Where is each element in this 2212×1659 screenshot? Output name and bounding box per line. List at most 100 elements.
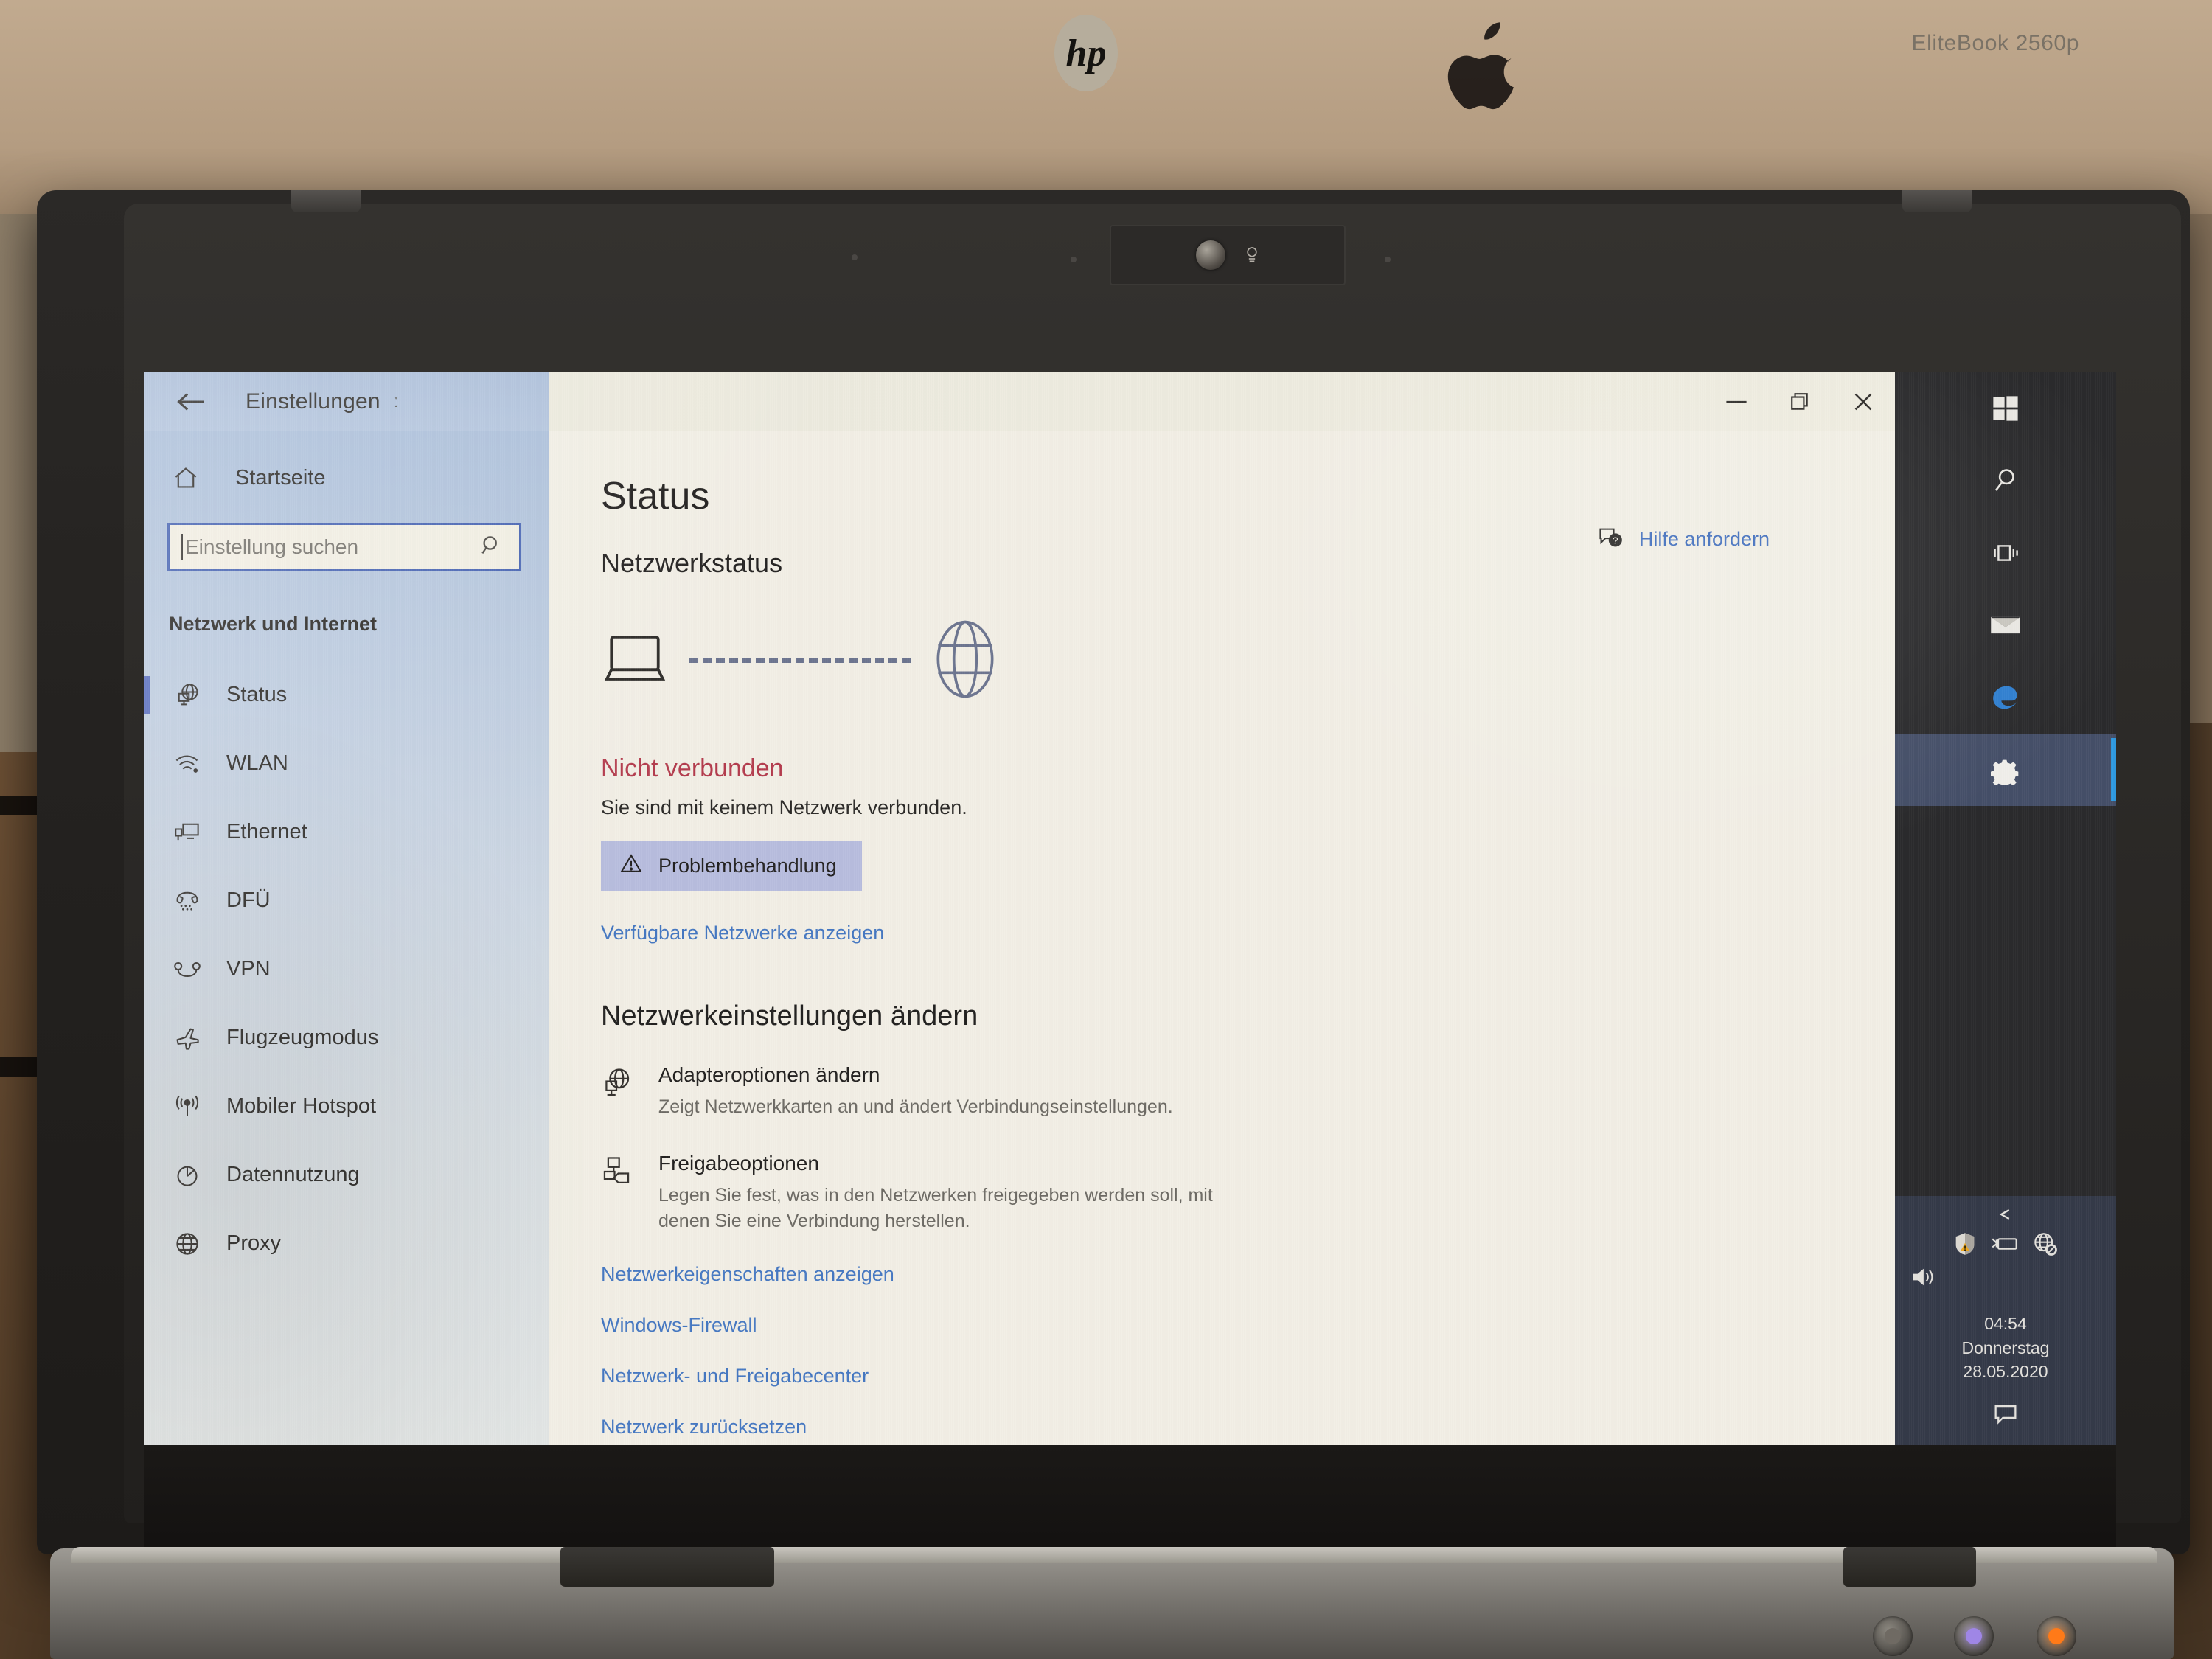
sidebar-item-mobile-hotspot[interactable]: Mobiler Hotspot [144,1072,549,1141]
minimize-button[interactable] [1705,372,1768,431]
close-button[interactable] [1832,372,1895,431]
sidebar-item-vpn[interactable]: VPN [144,935,549,1004]
network-diagram [601,613,1895,709]
link-network-reset[interactable]: Netzwerk zurücksetzen [601,1416,1895,1439]
sidebar-home-label: Startseite [235,465,326,490]
wifi-icon [169,753,206,775]
sidebar-nav-list: Status WLAN Ethernet DFÜ VPN Flugzeugmod… [144,661,549,1278]
troubleshoot-button[interactable]: Problembehandlung [601,841,862,891]
windows-start-icon[interactable] [1895,372,2116,445]
window-titlebar: Einstellungen ː [144,372,1895,431]
clock-date: 28.05.2020 [1963,1362,2048,1382]
settings-sidebar: Startseite Einstellung suchen Netzwerk u… [144,431,549,1445]
option-sharing-options[interactable]: Freigabeoptionen Legen Sie fest, was in … [601,1152,1895,1235]
search-placeholder-label: Einstellung suchen [185,535,359,558]
help-link-label: Hilfe anfordern [1638,528,1770,550]
link-network-sharing-center[interactable]: Netzwerk- und Freigabecenter [601,1365,1895,1388]
webcam-lens-icon [1196,240,1225,270]
lid-clip-right [1902,190,1972,212]
sidebar-item-home[interactable]: Startseite [144,446,549,509]
laptop-icon [601,632,669,690]
sidebar-item-proxy[interactable]: Proxy [144,1209,549,1278]
task-view-icon[interactable] [1895,517,2116,589]
settings-gear-icon[interactable] [1895,734,2116,806]
back-arrow-icon[interactable] [166,376,218,428]
sidebar-item-ethernet[interactable]: Ethernet [144,798,549,866]
sidebar-item-status[interactable]: Status [144,661,549,729]
sidebar-item-dfu[interactable]: DFÜ [144,866,549,935]
hotspot-icon [169,1095,206,1119]
sidebar-item-airplane-mode[interactable]: Flugzeugmodus [144,1004,549,1072]
titlebar-left-region: Einstellungen ː [144,372,549,431]
search-icon [481,535,503,560]
laptop-model-label: EliteBook 2560p [1911,31,2079,55]
edge-browser-icon[interactable] [1895,661,2116,734]
settings-main-content: Status Netzwerkstatus ? Hilfe anfordern [549,431,1895,1445]
search-input[interactable]: Einstellung suchen [167,523,521,571]
windows-taskbar: 04:54 Donnerstag 28.05.2020 [1895,372,2116,1445]
laptop-hinge-left [560,1547,774,1587]
indicator-led-3 [2037,1616,2076,1656]
tray-icon-row-secondary [1911,1267,1936,1291]
globe-monitor-icon [169,682,206,709]
sidebar-item-data-usage[interactable]: Datennutzung [144,1141,549,1209]
network-disconnected-globe-icon[interactable] [2034,1232,2057,1259]
available-networks-link[interactable]: Verfügbare Netzwerke anzeigen [601,922,1895,945]
laptop-lower-bezel [144,1445,2116,1554]
window-title: Einstellungen [246,389,380,414]
sidebar-item-label: Proxy [226,1231,282,1255]
link-network-properties[interactable]: Netzwerkeigenschaften anzeigen [601,1263,1895,1286]
lid-clip-left [291,190,361,212]
indicator-led-1 [1873,1616,1913,1656]
sidebar-item-label: VPN [226,957,271,981]
option-description: Legen Sie fest, was in den Netzwerken fr… [658,1184,1213,1232]
globe-icon [169,1231,206,1256]
vpn-icon [169,959,206,980]
indicator-led-2 [1954,1616,1994,1656]
option-title: Adapteroptionen ändern [658,1063,880,1086]
help-question-icon: ? [1598,526,1623,553]
battery-charging-icon[interactable] [1991,1235,2019,1256]
search-icon[interactable] [1895,445,2116,517]
dialup-phone-icon [169,890,206,912]
mail-icon[interactable] [1895,589,2116,661]
troubleshoot-button-label: Problembehandlung [658,855,837,877]
ethernet-icon [169,821,206,844]
apple-logo [1441,22,1523,122]
option-title: Freigabeoptionen [658,1151,819,1175]
sidebar-item-label: Mobiler Hotspot [226,1094,377,1118]
option-description: Zeigt Netzwerkkarten an und ändert Verbi… [658,1096,1173,1117]
warning-triangle-icon [620,853,642,879]
taskbar-clock[interactable]: 04:54 Donnerstag 28.05.2020 [1962,1312,2050,1384]
change-settings-title: Netzwerkeinstellungen ändern [601,1001,978,1032]
bezel-mic-dot-left [852,254,858,260]
sharing-folder-icon [601,1152,658,1235]
airplane-icon [169,1026,206,1051]
lamp-icon [1245,246,1259,265]
security-shield-warning-icon[interactable] [1954,1232,1976,1259]
option-adapter-options[interactable]: Adapteroptionen ändern Zeigt Netzwerkkar… [601,1063,1895,1121]
volume-icon[interactable] [1911,1267,1936,1291]
tray-icon-row-primary [1954,1232,2057,1259]
restore-button[interactable] [1768,372,1832,431]
text-caret [181,534,183,560]
action-center-icon[interactable] [1993,1403,2018,1429]
chevron-up-icon[interactable] [1996,1196,2015,1229]
sidebar-item-label: Datennutzung [226,1163,360,1186]
status-headline: Nicht verbunden [601,754,784,782]
help-link[interactable]: ? Hilfe anfordern [1598,526,1770,553]
home-icon [167,466,204,490]
sidebar-item-label: Status [226,683,288,706]
link-windows-firewall[interactable]: Windows-Firewall [601,1314,1895,1337]
clock-day: Donnerstag [1961,1338,2050,1357]
laptop-hinge-right [1843,1547,1976,1587]
bezel-mic-dot-right [1385,257,1391,262]
sidebar-item-label: DFÜ [226,888,271,912]
clock-time: 04:54 [1984,1314,2027,1334]
laptop-screen: Einstellungen ː Startseite Einstellung s… [144,372,2116,1445]
sidebar-section-label: Netzwerk und Internet [169,613,378,635]
busy-indicator-icon: ː [393,392,399,411]
sidebar-item-wlan[interactable]: WLAN [144,729,549,798]
adapter-globe-icon [601,1063,658,1121]
page-title: Status [601,475,710,518]
